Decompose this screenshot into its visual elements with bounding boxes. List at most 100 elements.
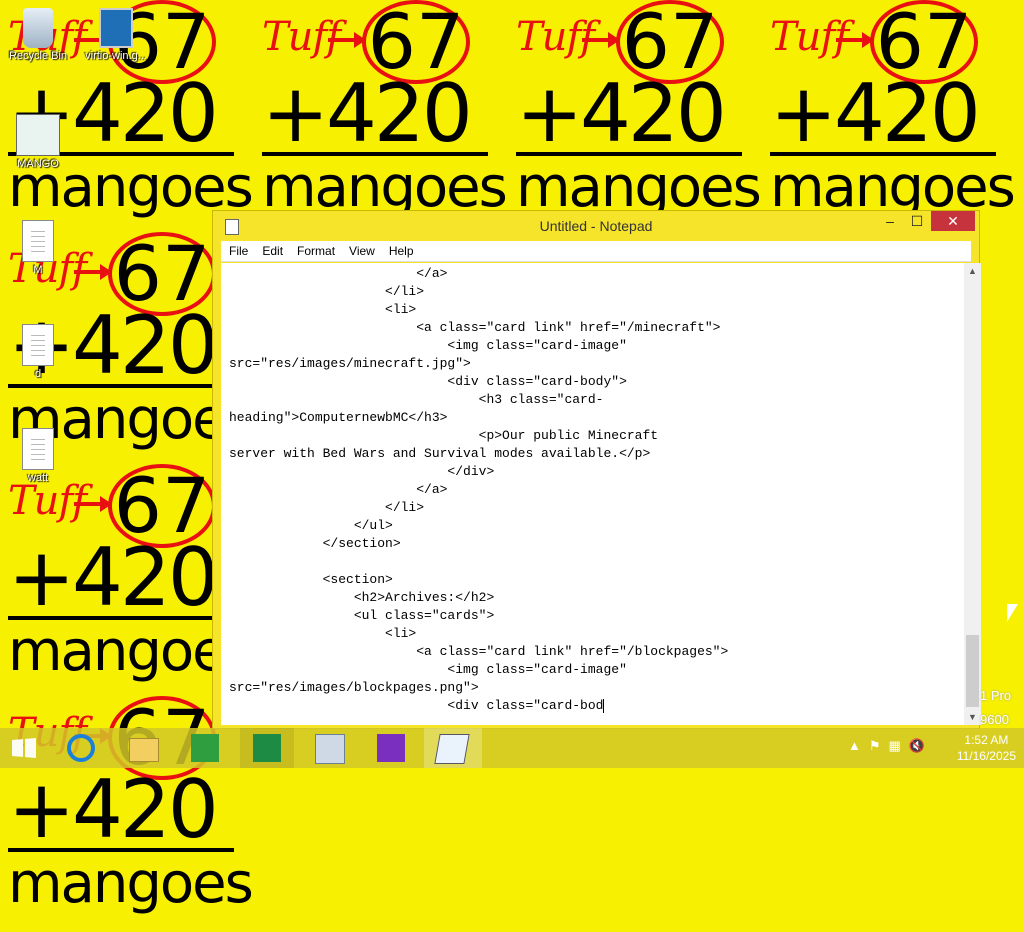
desktop-icon-virtio[interactable]: virtio-win.g... xyxy=(80,8,152,62)
wallpaper-num420: +420 xyxy=(262,67,473,160)
title-bar[interactable]: Untitled - Notepad – ☐ ✕ xyxy=(213,211,979,241)
desktop-icon-d[interactable]: d xyxy=(2,324,74,380)
wallpaper-tuff: Tuff xyxy=(516,14,595,60)
editor-line: server with Bed Wars and Survival modes … xyxy=(229,446,651,461)
wallpaper-num420: +420 xyxy=(516,67,727,160)
editor-line: </section> xyxy=(229,536,401,551)
text-file-icon xyxy=(22,324,54,366)
wallpaper-line xyxy=(8,848,234,852)
editor-line: </div> xyxy=(229,464,495,479)
editor-line: <li> xyxy=(229,302,417,317)
wallpaper-arrow xyxy=(74,264,112,280)
wallpaper-num420: +420 xyxy=(8,763,219,856)
start-icon xyxy=(12,738,36,758)
store-icon xyxy=(191,734,219,762)
taskbar-search-app[interactable] xyxy=(364,728,418,768)
taskbar-performance-monitor[interactable] xyxy=(302,728,356,768)
desktop-icon-mango[interactable]: MANGO xyxy=(2,114,74,170)
editor-line: </a> xyxy=(229,266,448,281)
close-button[interactable]: ✕ xyxy=(931,211,975,231)
start-button[interactable] xyxy=(0,728,48,768)
wallpaper-mangoes: mangoes xyxy=(262,155,508,220)
mouse-cursor xyxy=(1007,604,1018,622)
os-watermark: 1 Pro 9600 xyxy=(980,688,1012,727)
maximize-button[interactable]: ☐ xyxy=(904,211,930,231)
wallpaper-tuff: Tuff xyxy=(770,14,849,60)
show-hidden-icons-icon[interactable]: ▲ xyxy=(848,738,869,753)
desktop-icon-recycle-bin[interactable]: Recycle Bin xyxy=(2,8,74,62)
editor-line: src="res/images/minecraft.jpg"> xyxy=(229,356,471,371)
menu-format[interactable]: Format xyxy=(289,241,341,258)
menu-bar: File Edit Format View Help xyxy=(221,241,971,262)
wallpaper-arrow xyxy=(582,32,620,48)
taskbar-task-manager[interactable] xyxy=(240,728,294,768)
editor-line: <a class="card link" href="/minecraft"> xyxy=(229,320,721,335)
desktop-icon-label: virtio-win.g... xyxy=(85,50,147,62)
scroll-up-icon[interactable]: ▲ xyxy=(964,263,981,279)
desktop-icon-label: MANGO xyxy=(17,158,59,170)
desktop-icon-label: M xyxy=(33,264,43,276)
volume-muted-icon[interactable]: 🔇 xyxy=(909,738,933,753)
text-file-icon xyxy=(22,220,54,262)
editor-line: <div class="card-body"> xyxy=(229,374,627,389)
internet-explorer-icon xyxy=(67,734,95,762)
desktop-icon-watt[interactable]: watt xyxy=(2,428,74,484)
editor-line: <img class="card-image" xyxy=(229,338,627,353)
scroll-down-icon[interactable]: ▼ xyxy=(964,709,981,725)
wallpaper-arrow xyxy=(836,32,874,48)
wallpaper-num420: +420 xyxy=(8,531,219,624)
scrollbar-thumb[interactable] xyxy=(966,635,979,707)
desktop-icon-label: Recycle Bin xyxy=(8,50,68,62)
editor-line: <p>Our public Minecraft xyxy=(229,428,659,443)
text-file-icon xyxy=(22,428,54,470)
taskbar-internet-explorer[interactable] xyxy=(54,728,108,768)
wallpaper-tile: Tuff67+420mangoes xyxy=(516,0,770,236)
wallpaper-arrow xyxy=(74,496,112,512)
editor-text: </a> </li> <li> <a class="card link" hre… xyxy=(221,265,728,715)
editor-line: <h3 class="card- xyxy=(229,392,604,407)
recycle-bin-icon xyxy=(23,8,53,48)
notepad-icon xyxy=(434,734,470,764)
editor-line: <img class="card-image" xyxy=(229,662,627,677)
menu-view[interactable]: View xyxy=(341,241,381,258)
editor-line: </ul> xyxy=(229,518,393,533)
clock[interactable]: 1:52 AM 11/16/2025 xyxy=(957,732,1016,764)
editor-line: <h2>Archives:</h2> xyxy=(229,590,495,605)
editor-line: </a> xyxy=(229,482,448,497)
installer-icon xyxy=(99,8,133,48)
search-app-icon xyxy=(377,734,405,762)
vertical-scrollbar[interactable]: ▲ ▼ xyxy=(964,263,981,725)
wallpaper-tuff: Tuff xyxy=(8,478,87,524)
wallpaper-arrow xyxy=(328,32,366,48)
taskbar-store[interactable] xyxy=(178,728,232,768)
editor-line: <li> xyxy=(229,626,417,641)
minimize-button[interactable]: – xyxy=(877,211,903,231)
taskbar-file-explorer[interactable] xyxy=(116,728,170,768)
task-manager-icon xyxy=(253,734,281,762)
wallpaper-mangoes: mangoes xyxy=(8,851,254,916)
system-tray[interactable]: ▲⚑▦🔇 xyxy=(848,738,933,754)
editor-line: <a class="card link" href="/blockpages"> xyxy=(229,644,729,659)
editor-line: <div class="card-bod xyxy=(229,698,604,713)
editor-line: <section> xyxy=(229,572,393,587)
wallpaper-mangoes: mangoes xyxy=(516,155,762,220)
text-editor-area[interactable]: </a> </li> <li> <a class="card link" hre… xyxy=(221,263,964,725)
performance-monitor-icon xyxy=(315,734,345,764)
image-file-icon xyxy=(16,114,60,156)
editor-line: heading">ComputernewbMC</h3> xyxy=(229,410,448,425)
taskbar-notepad[interactable] xyxy=(424,728,482,768)
menu-help[interactable]: Help xyxy=(381,241,420,258)
flag-icon[interactable]: ⚑ xyxy=(869,738,889,753)
desktop-icon-m[interactable]: M xyxy=(2,220,74,276)
editor-line: <ul class="cards"> xyxy=(229,608,495,623)
window-title: Untitled - Notepad xyxy=(539,218,653,234)
wallpaper-tile: Tuff67+420mangoes xyxy=(262,0,516,236)
menu-file[interactable]: File xyxy=(221,241,254,258)
wallpaper-tuff: Tuff xyxy=(262,14,341,60)
menu-edit[interactable]: Edit xyxy=(254,241,289,258)
editor-line: src="res/images/blockpages.png"> xyxy=(229,680,479,695)
clock-date: 11/16/2025 xyxy=(956,749,1016,763)
notepad-window[interactable]: Untitled - Notepad – ☐ ✕ File Edit Format V… xyxy=(212,210,981,729)
wallpaper-tile: Tuff67+420mangoes xyxy=(770,0,1024,236)
network-icon[interactable]: ▦ xyxy=(889,738,909,753)
